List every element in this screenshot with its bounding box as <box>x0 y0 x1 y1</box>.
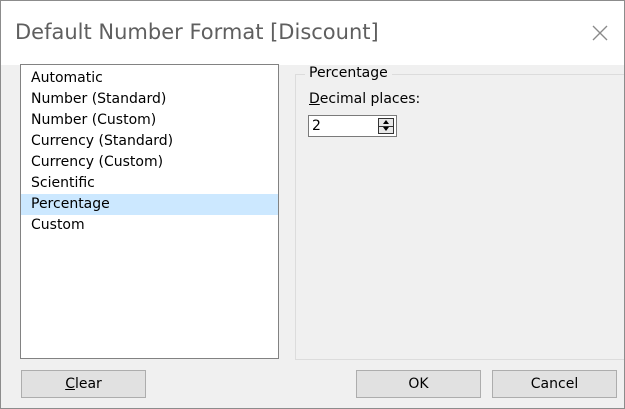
decimal-places-label: Decimal places: <box>309 91 420 107</box>
decimal-places-mnemonic: D <box>309 91 320 107</box>
title-bar: Default Number Format [Discount] <box>1 1 624 65</box>
decimal-places-value[interactable]: 2 <box>312 118 321 134</box>
list-item-currency-custom[interactable]: Currency (Custom) <box>21 152 278 173</box>
list-item-custom[interactable]: Custom <box>21 215 278 236</box>
ok-button[interactable]: OK <box>356 370 481 398</box>
list-item-scientific[interactable]: Scientific <box>21 173 278 194</box>
list-item-percentage[interactable]: Percentage <box>21 194 278 215</box>
dialog-title: Default Number Format [Discount] <box>15 20 379 44</box>
list-item-number-standard[interactable]: Number (Standard) <box>21 89 278 110</box>
number-format-dialog: Default Number Format [Discount] Automat… <box>0 0 625 409</box>
list-item-currency-standard[interactable]: Currency (Standard) <box>21 131 278 152</box>
list-item-number-custom[interactable]: Number (Custom) <box>21 110 278 131</box>
decimal-places-label-text: ecimal places: <box>319 91 421 107</box>
group-title: Percentage <box>305 65 392 81</box>
format-list[interactable]: Automatic Number (Standard) Number (Cust… <box>20 64 279 359</box>
spin-buttons[interactable] <box>378 118 394 134</box>
close-icon <box>592 25 608 41</box>
clear-label: lear <box>74 376 102 392</box>
decimal-places-stepper[interactable]: 2 <box>308 115 397 137</box>
clear-button[interactable]: Clear <box>21 370 146 398</box>
clear-mnemonic: C <box>65 376 75 392</box>
list-item-automatic[interactable]: Automatic <box>21 68 278 89</box>
close-button[interactable] <box>586 19 614 47</box>
cancel-button[interactable]: Cancel <box>492 370 617 398</box>
chevron-down-icon[interactable] <box>379 126 393 133</box>
